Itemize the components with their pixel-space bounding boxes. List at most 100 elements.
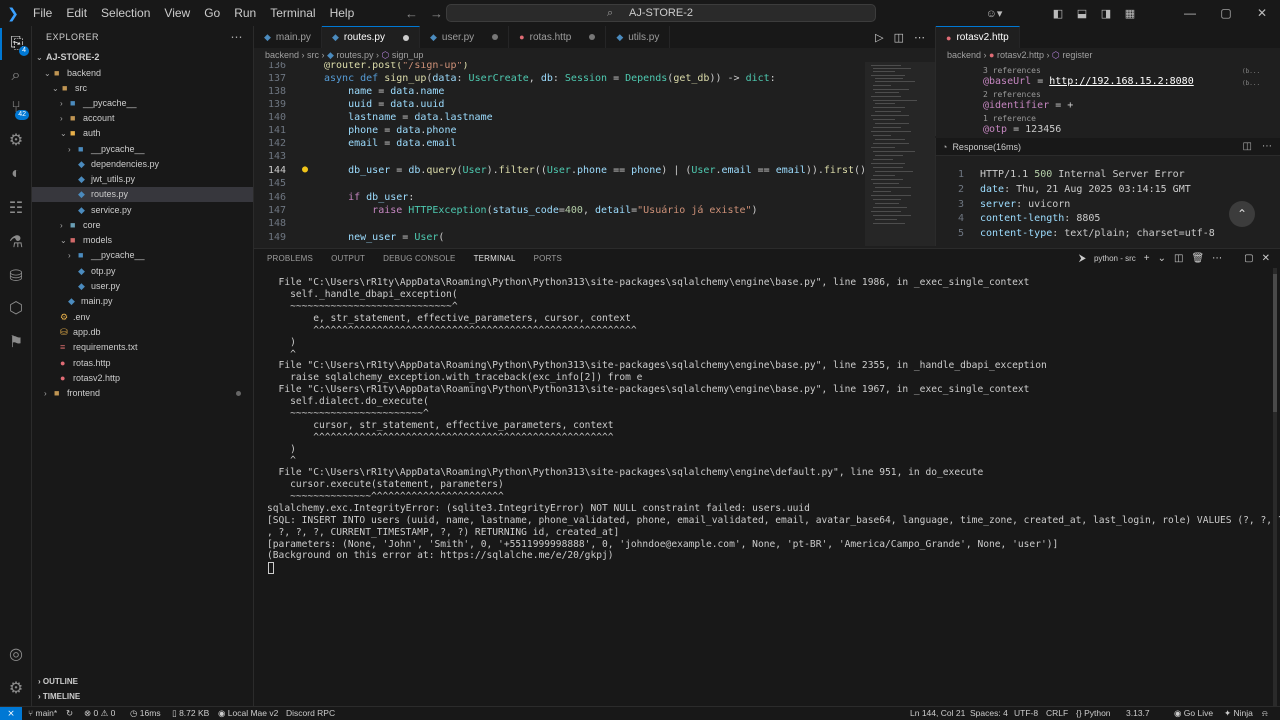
source-control-icon[interactable]: ⑂ 42 — [0, 92, 32, 124]
sync-icon[interactable]: ↻ — [66, 707, 73, 720]
tree-file-env[interactable]: ⚙ .env — [32, 310, 253, 325]
tree-file-jwt-utils[interactable]: ◆ jwt_utils.py — [32, 172, 253, 187]
tab-output[interactable]: OUTPUT — [331, 249, 365, 269]
workspace-root[interactable]: ⌄ AJ-STORE-2 — [32, 50, 253, 65]
toggle-panel-icon[interactable]: ⬓ — [1070, 7, 1094, 20]
language-mode[interactable]: {} Python — [1076, 707, 1111, 720]
tab-debug-console[interactable]: DEBUG CONSOLE — [383, 249, 455, 269]
branch-indicator[interactable]: ⑂ main* — [28, 707, 57, 720]
run-debug-icon[interactable]: ⚙ — [0, 124, 32, 156]
maximize-icon[interactable]: ▢ — [1208, 6, 1244, 20]
problems-indicator[interactable]: ⊗ 0 ⚠ 0 — [84, 707, 115, 720]
timer-indicator[interactable]: ◷ 16ms — [130, 707, 161, 720]
menu-view[interactable]: View — [157, 0, 197, 26]
local-indicator[interactable]: ◉ Local Mae v2 — [218, 707, 278, 720]
testing-icon[interactable]: ⚗ — [0, 226, 32, 258]
tab-user-py[interactable]: ◆ user.py — [420, 26, 510, 48]
explorer-icon[interactable]: ⎘ 4 — [0, 28, 32, 60]
remote-explorer-icon[interactable]: ◐ — [0, 158, 32, 190]
forward-arrow-icon[interactable]: → — [430, 6, 443, 21]
tree-folder-frontend[interactable]: › ■ frontend — [32, 386, 253, 401]
close-icon[interactable]: ✕ — [1244, 6, 1280, 20]
remote-indicator-icon[interactable]: ⨯ — [0, 707, 22, 720]
indentation[interactable]: Spaces: 4 — [970, 707, 1008, 720]
bookmark-icon[interactable]: ⚑ — [0, 326, 32, 358]
tree-folder-src[interactable]: ⌄ ■ src — [32, 81, 253, 96]
cursor-position[interactable]: Ln 144, Col 21 — [910, 707, 965, 720]
more-actions-icon[interactable]: ⋯ — [1262, 141, 1272, 152]
more-actions-icon[interactable]: ⋯ — [1212, 253, 1222, 264]
python-version[interactable]: 3.13.7 — [1126, 707, 1150, 720]
notifications-bell-icon[interactable]: ⍾ — [1262, 707, 1268, 720]
tree-file-user[interactable]: ◆ user.py — [32, 279, 253, 294]
tab-ports[interactable]: PORTS — [534, 249, 562, 269]
tree-folder-auth[interactable]: ⌄ ■ auth — [32, 126, 253, 141]
scroll-to-top-button[interactable]: ⌃ — [1229, 201, 1255, 227]
new-terminal-icon[interactable]: + — [1144, 253, 1150, 264]
tree-file-routes[interactable]: ◆ routes.py — [32, 187, 253, 202]
settings-gear-icon[interactable]: ⚙ — [0, 672, 32, 704]
terminal[interactable]: File "C:\Users\rR1ty\AppData\Roaming\Pyt… — [254, 268, 1280, 706]
tree-file-main[interactable]: ◆ main.py — [32, 294, 253, 309]
tab-utils-py[interactable]: ◆ utils.py — [606, 26, 671, 48]
tree-folder-core[interactable]: › ■ core — [32, 218, 253, 233]
minimize-icon[interactable]: — — [1172, 6, 1208, 20]
split-terminal-icon[interactable]: ◫ — [1174, 253, 1183, 264]
menu-terminal[interactable]: Terminal — [263, 0, 322, 26]
toggle-secondary-sidebar-icon[interactable]: ◨ — [1094, 7, 1118, 20]
split-editor-icon[interactable]: ◫ — [894, 31, 904, 44]
tree-file-service[interactable]: ◆ service.py — [32, 203, 253, 218]
timeline-section[interactable]: › TIMELINE — [32, 689, 253, 704]
docker-icon[interactable]: ⬡ — [0, 292, 32, 324]
menu-selection[interactable]: Selection — [94, 0, 157, 26]
maximize-panel-icon[interactable]: ▢ — [1244, 253, 1253, 264]
terminal-scrollbar[interactable] — [1272, 268, 1278, 706]
codelens-references[interactable]: 3 references — [983, 66, 1041, 75]
tree-file-requirements[interactable]: ≡ requirements.txt — [32, 340, 253, 355]
tree-folder-pycache[interactable]: › ■ __pycache__ — [32, 248, 253, 263]
tab-terminal[interactable]: TERMINAL — [473, 249, 516, 269]
account-icon[interactable]: ◎ — [0, 638, 32, 670]
database-icon[interactable]: ⛁ — [0, 260, 32, 292]
lightbulb-icon[interactable]: ● — [302, 164, 308, 175]
encoding[interactable]: UTF-8 — [1014, 707, 1038, 720]
copilot-icon[interactable]: ☺▾ — [982, 7, 1006, 20]
unsaved-dot-icon[interactable] — [492, 34, 499, 40]
unsaved-dot-icon[interactable] — [589, 34, 596, 40]
codelens-references[interactable]: 2 references — [983, 90, 1041, 99]
breadcrumb-item[interactable]: sign_up — [392, 50, 424, 60]
tree-folder-pycache[interactable]: › ■ __pycache__ — [32, 96, 253, 111]
run-file-icon[interactable]: ▷ — [875, 31, 883, 44]
chevron-down-icon[interactable]: ⌄ — [1158, 253, 1166, 264]
breadcrumb-item[interactable]: routes.py — [336, 50, 373, 60]
tab-routes-py[interactable]: ◆ routes.py — [321, 26, 420, 48]
customize-layout-icon[interactable]: ▦ — [1118, 7, 1142, 20]
tree-folder-pycache[interactable]: › ■ __pycache__ — [32, 142, 253, 157]
toggle-sidebar-icon[interactable]: ◧ — [1046, 7, 1070, 20]
tab-problems[interactable]: PROBLEMS — [267, 249, 313, 269]
close-panel-icon[interactable]: ✕ — [1262, 253, 1270, 264]
tree-folder-backend[interactable]: ⌄ ■ backend — [32, 66, 253, 81]
end-of-line[interactable]: CRLF — [1046, 707, 1068, 720]
tree-file-app-db[interactable]: ⛁ app.db — [32, 325, 253, 340]
tab-rotasv2-http[interactable]: ● rotasv2.http — [936, 26, 1020, 48]
menu-file[interactable]: File — [26, 0, 59, 26]
terminal-name[interactable]: python - src — [1094, 254, 1136, 263]
breadcrumb-item[interactable]: src — [307, 50, 319, 60]
more-actions-icon[interactable]: ⋯ — [914, 31, 925, 44]
command-center-search[interactable]: ⌕ AJ-STORE-2 — [446, 4, 876, 22]
breadcrumb-item[interactable]: backend — [265, 50, 299, 60]
menu-run[interactable]: Run — [227, 0, 263, 26]
menu-help[interactable]: Help — [323, 0, 362, 26]
outline-section[interactable]: › OUTLINE — [32, 674, 253, 689]
split-editor-icon[interactable]: ◫ — [1243, 141, 1252, 152]
tree-file-rotas-http[interactable]: ● rotas.http — [32, 356, 253, 371]
trash-icon[interactable]: 🗑 — [1191, 253, 1204, 264]
unsaved-dot-icon[interactable] — [403, 34, 409, 41]
menu-edit[interactable]: Edit — [59, 0, 94, 26]
search-icon[interactable]: ⌕ — [0, 60, 32, 92]
code-editor[interactable]: 136 @router.post("/sign-up") 137 async def… — [254, 62, 935, 246]
tree-folder-models[interactable]: ⌄ ■ models — [32, 233, 253, 248]
tree-folder-account[interactable]: › ■ account — [32, 111, 253, 126]
more-actions-icon[interactable]: ⋯ — [231, 30, 244, 44]
